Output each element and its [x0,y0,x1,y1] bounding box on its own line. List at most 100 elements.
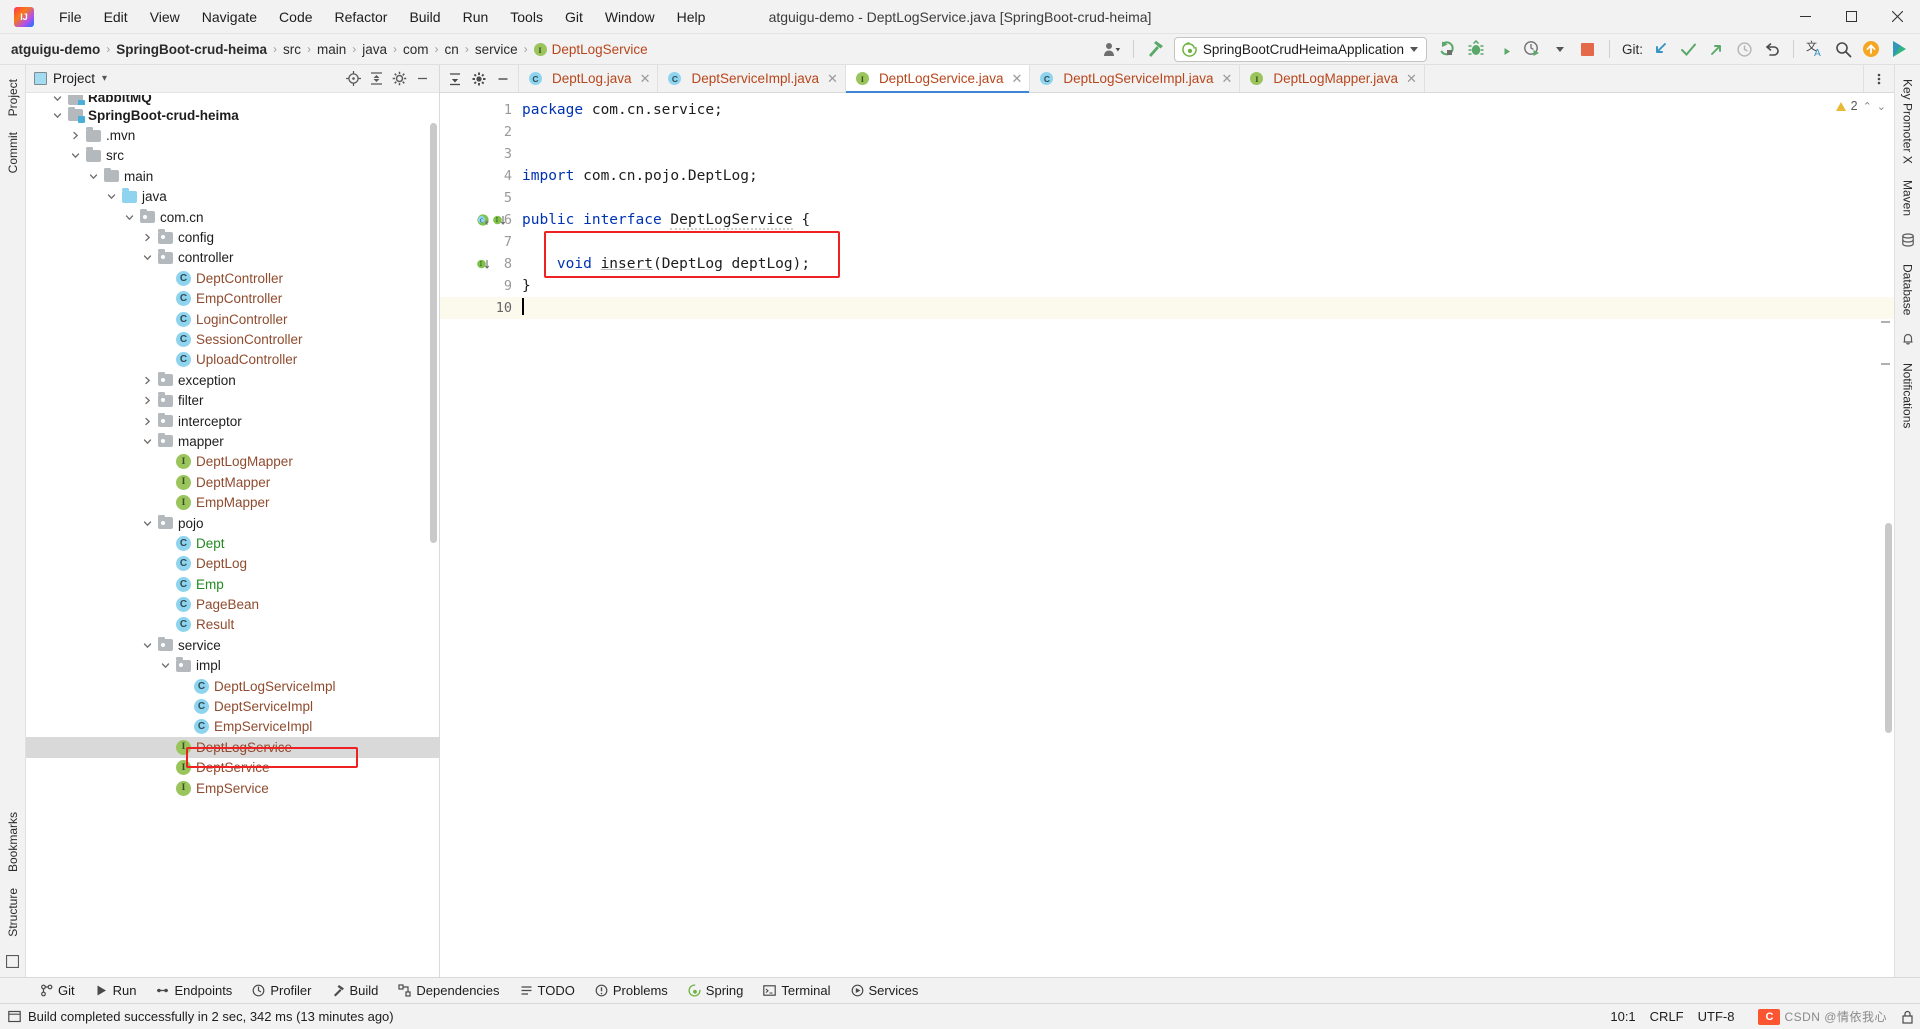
search-everywhere-icon[interactable] [1830,37,1856,61]
editor-tab-deptserviceimpl-java[interactable]: C DeptServiceImpl.java ✕ [658,65,846,92]
editor-tab-deptlogserviceimpl-java[interactable]: C DeptLogServiceImpl.java ✕ [1030,65,1241,92]
project-tree[interactable]: RabbitMQ SpringBoot-crud-heima .mvn src main… [26,93,439,977]
tree-node-deptlogmapper[interactable]: I DeptLogMapper [26,452,439,472]
chevron-down-icon[interactable]: ⌄ [1877,100,1886,113]
tool-window-spring[interactable]: Spring [678,981,754,1000]
tree-node-pagebean[interactable]: C PageBean [26,594,439,614]
chevron-right-icon[interactable] [140,231,154,245]
update-available-icon[interactable] [1858,37,1884,61]
sidebar-item-bookmarks[interactable]: Bookmarks [2,804,24,880]
tool-window-dependencies[interactable]: Dependencies [388,981,509,1000]
error-stripe-mark[interactable] [1881,363,1890,365]
tree-node-config[interactable]: config [26,227,439,247]
breadcrumb-com[interactable]: com [400,40,432,59]
breadcrumb-java[interactable]: java [359,40,390,59]
settings-gear-icon[interactable] [389,68,410,89]
sidebar-item-key-promoter-x[interactable]: Key Promoter X [1897,71,1919,172]
chevron-down-icon[interactable] [50,108,64,122]
tree-node-empcontroller[interactable]: C EmpController [26,289,439,309]
tree-node-service[interactable]: service [26,635,439,655]
tree-node-emp[interactable]: C Emp [26,574,439,594]
chevron-down-icon[interactable] [50,95,64,105]
tree-node-empmapper[interactable]: I EmpMapper [26,492,439,512]
chevron-down-icon[interactable] [140,251,154,265]
tool-window-build[interactable]: Build [322,981,389,1000]
menu-refactor[interactable]: Refactor [324,5,399,29]
tree-node-result[interactable]: C Result [26,615,439,635]
user-settings-icon[interactable] [1099,37,1125,61]
stop-icon[interactable] [1575,37,1601,61]
menu-code[interactable]: Code [268,5,323,29]
caret-position[interactable]: 10:1 [1610,1009,1635,1024]
tree-node--mvn[interactable]: .mvn [26,125,439,145]
chevron-down-icon[interactable] [86,169,100,183]
tree-node-impl[interactable]: impl [26,656,439,676]
file-encoding[interactable]: UTF-8 [1698,1009,1735,1024]
chevron-down-icon[interactable] [68,149,82,163]
code-editor[interactable]: 1 2 3 4 5 6 7 8 9 10 C I I package com.cn.service; i… [440,93,1894,977]
read-only-lock-icon[interactable] [1901,1010,1914,1024]
spring-bean-icon[interactable]: C [476,213,490,227]
tree-node-deptmapper[interactable]: I DeptMapper [26,472,439,492]
settings-gear-icon[interactable] [468,68,490,90]
more-options-icon[interactable] [1868,68,1890,90]
menu-run[interactable]: Run [452,5,500,29]
breadcrumb-atguigu-demo[interactable]: atguigu-demo [8,40,103,59]
menu-window[interactable]: Window [594,5,666,29]
breadcrumb-main[interactable]: main [314,40,349,59]
sidebar-item-structure[interactable]: Structure [2,880,24,945]
line-number-gutter[interactable]: 1 2 3 4 5 6 7 8 9 10 C I I [440,93,518,977]
menu-view[interactable]: View [139,5,191,29]
tree-node-deptlog[interactable]: C DeptLog [26,554,439,574]
close-icon[interactable]: ✕ [1406,71,1417,87]
collapse-all-icon[interactable] [444,68,466,90]
translate-icon[interactable]: 文 A [1802,37,1828,61]
tree-node-pojo[interactable]: pojo [26,513,439,533]
terminal-strip-icon[interactable] [4,952,22,970]
notifications-bell-icon[interactable] [1899,330,1917,348]
code-line[interactable]: void insert(DeptLog deptLog); [518,253,1894,275]
hammer-build-icon[interactable] [1142,37,1168,61]
breadcrumb-src[interactable]: src [280,40,304,59]
chevron-up-icon[interactable]: ⌃ [1863,100,1872,113]
tool-window-services[interactable]: Services [841,981,929,1000]
sidebar-item-commit[interactable]: Commit [2,124,24,181]
close-button[interactable] [1874,0,1920,34]
menu-tools[interactable]: Tools [499,5,554,29]
editor-tab-deptlogmapper-java[interactable]: I DeptLogMapper.java ✕ [1240,65,1425,92]
menu-navigate[interactable]: Navigate [191,5,268,29]
tree-node-deptservice[interactable]: I DeptService [26,758,439,778]
tool-window-terminal[interactable]: Terminal [753,981,840,1000]
chevron-down-icon[interactable] [140,434,154,448]
tree-node-deptcontroller[interactable]: C DeptController [26,268,439,288]
profiler-icon[interactable] [1519,37,1545,61]
editor-scrollbar[interactable] [1885,523,1892,733]
tree-node-filter[interactable]: filter [26,390,439,410]
code-line[interactable] [518,231,1894,253]
tree-node-uploadcontroller[interactable]: C UploadController [26,350,439,370]
chevron-down-icon[interactable] [158,659,172,673]
editor-tab-deptlogservice-java[interactable]: I DeptLogService.java ✕ [845,65,1031,93]
tool-window-problems[interactable]: Problems [585,981,678,1000]
chevron-down-icon[interactable] [140,516,154,530]
git-commit-checkmark-icon[interactable] [1675,37,1701,61]
debug-icon[interactable] [1463,37,1489,61]
menu-edit[interactable]: Edit [93,5,139,29]
menu-file[interactable]: File [48,5,93,29]
tree-node-main[interactable]: main [26,166,439,186]
code-line[interactable]: public interface DeptLogService { [518,209,1894,231]
tree-node-com-cn[interactable]: com.cn [26,207,439,227]
sidebar-item-maven[interactable]: Maven [1897,172,1919,224]
tree-node-empservice[interactable]: I EmpService [26,778,439,798]
project-tree-scrollbar[interactable] [430,123,437,543]
breadcrumb-cn[interactable]: cn [442,40,462,59]
tree-node-java[interactable]: java [26,187,439,207]
hide-editor-icon[interactable] [492,68,514,90]
profiler-dropdown-icon[interactable] [1547,37,1573,61]
implemented-by-icon[interactable]: I [476,257,490,271]
implemented-by-icon[interactable]: I [492,213,506,227]
inspection-widget[interactable]: 2 ⌃ ⌄ [1835,99,1886,113]
chevron-down-icon[interactable] [122,210,136,224]
menu-git[interactable]: Git [554,5,594,29]
menu-help[interactable]: Help [666,5,717,29]
